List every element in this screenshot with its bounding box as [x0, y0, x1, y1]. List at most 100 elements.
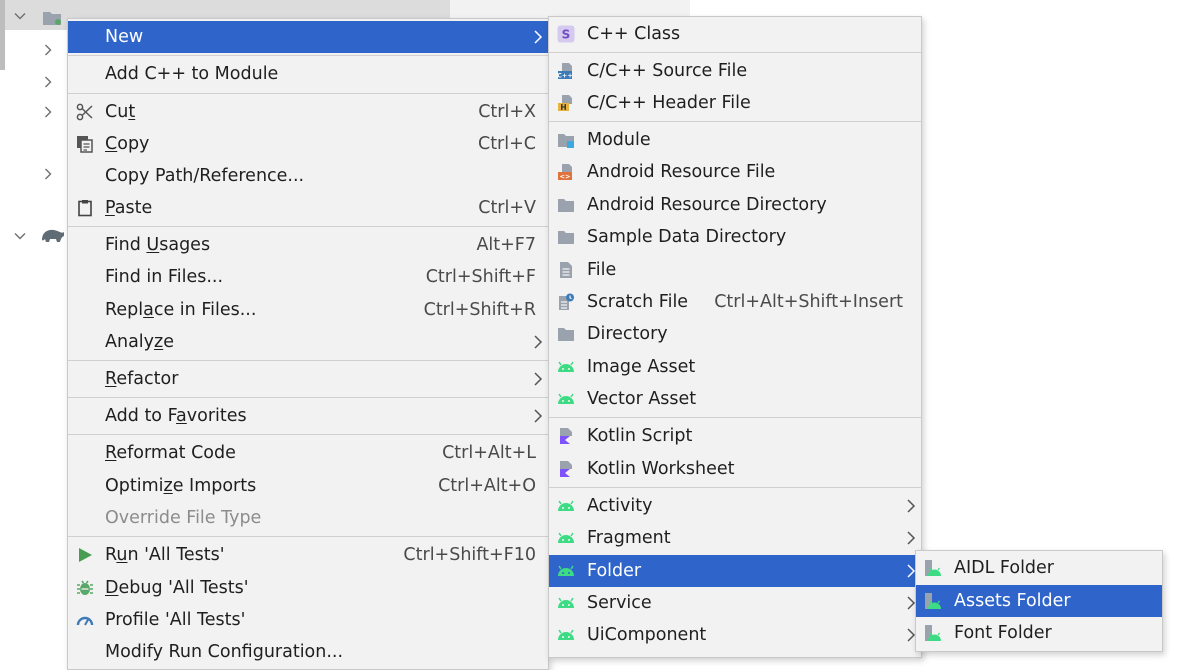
- menu-item-label: Debug 'All Tests': [105, 578, 249, 598]
- menu-item-label: Modify Run Configuration...: [105, 642, 344, 662]
- menu-item-refactor[interactable]: Refactor: [68, 363, 548, 395]
- copy-icon: [76, 135, 94, 153]
- module-icon: [557, 131, 575, 149]
- shortcut-label: Ctrl+Alt+O: [438, 476, 536, 496]
- menu-item-uicomponent[interactable]: UiComponent: [549, 619, 921, 651]
- chevron-right-icon[interactable]: [42, 106, 56, 120]
- menu-item-label: Assets Folder: [954, 591, 1071, 611]
- chevron-right-icon[interactable]: [42, 44, 56, 58]
- menu-item-label: Service: [587, 593, 652, 613]
- menu-separator: [68, 93, 548, 94]
- menu-item-label: Find in Files...: [105, 267, 224, 287]
- menu-item-label: Run 'All Tests': [105, 545, 225, 565]
- chevron-down-icon[interactable]: [14, 230, 28, 244]
- menu-item-reformat-code[interactable]: Reformat Code Ctrl+Alt+L: [68, 437, 548, 469]
- menu-item-label: Kotlin Worksheet: [587, 459, 735, 479]
- folder-icon: [557, 228, 575, 246]
- menu-item-activity[interactable]: Activity: [549, 490, 921, 522]
- menu-item-service[interactable]: Service: [549, 587, 921, 619]
- menu-item-label: Reformat Code: [105, 443, 236, 463]
- menu-item-label: Profile 'All Tests': [105, 610, 246, 630]
- chevron-down-icon[interactable]: [14, 10, 28, 24]
- menu-item-label: Sample Data Directory: [587, 227, 787, 247]
- menu-item-image-asset[interactable]: Image Asset: [549, 351, 921, 383]
- menu-separator: [68, 434, 548, 435]
- menu-item-scratch-file[interactable]: Scratch File Ctrl+Alt+Shift+Insert: [549, 286, 921, 318]
- menu-item-cpp-source-file[interactable]: C++ C/C++ Source File: [549, 55, 921, 87]
- menu-item-analyze[interactable]: Analyze: [68, 326, 548, 358]
- menu-item-fragment[interactable]: Fragment: [549, 522, 921, 554]
- menu-item-add-cpp-to-module[interactable]: Add C++ to Module: [68, 58, 548, 90]
- android-icon: [557, 390, 575, 408]
- folder-icon: [557, 196, 575, 214]
- menu-item-folder[interactable]: Folder: [549, 555, 921, 587]
- menu-item-replace-in-files[interactable]: Replace in Files... Ctrl+Shift+R: [68, 294, 548, 326]
- kotlin-worksheet-icon: [557, 460, 575, 478]
- menu-separator: [549, 121, 921, 122]
- menu-item-run-all-tests[interactable]: Run 'All Tests' Ctrl+Shift+F10: [68, 539, 548, 571]
- new-submenu: S C++ Class C++ C/C++ Source File H C/C+…: [548, 16, 922, 658]
- menu-item-label: Vector Asset: [587, 389, 697, 409]
- android-folder-icon: [924, 592, 942, 610]
- menu-item-label: Cut: [105, 102, 136, 122]
- menu-item-label: New: [105, 27, 144, 47]
- menu-item-label: C/C++ Header File: [587, 93, 751, 113]
- menu-item-label: Copy: [105, 134, 150, 154]
- menu-item-label: Directory: [587, 324, 668, 344]
- menu-item-directory[interactable]: Directory: [549, 318, 921, 350]
- menu-item-override-file-type: Override File Type: [68, 502, 548, 534]
- menu-item-label: Add to Favorites: [105, 406, 247, 426]
- cpp-header-file-icon: H: [557, 94, 575, 112]
- menu-item-copy-path[interactable]: Copy Path/Reference...: [68, 160, 548, 192]
- menu-item-cpp-header-file[interactable]: H C/C++ Header File: [549, 87, 921, 119]
- menu-item-kotlin-worksheet[interactable]: Kotlin Worksheet: [549, 453, 921, 485]
- menu-separator: [68, 360, 548, 361]
- menu-item-aidl-folder[interactable]: AIDL Folder: [916, 552, 1162, 584]
- menu-item-new[interactable]: New: [68, 21, 548, 53]
- menu-item-assets-folder[interactable]: Assets Folder: [916, 585, 1162, 617]
- menu-item-file[interactable]: File: [549, 254, 921, 286]
- menu-item-label: Copy Path/Reference...: [105, 166, 305, 186]
- chevron-right-icon[interactable]: [42, 168, 56, 182]
- menu-item-android-resource-file[interactable]: <> Android Resource File: [549, 156, 921, 188]
- android-folder-icon: [924, 559, 942, 577]
- menu-item-module[interactable]: Module: [549, 124, 921, 156]
- menu-item-find-usages[interactable]: Find Usages Alt+F7: [68, 229, 548, 261]
- menu-item-label: Optimize Imports: [105, 476, 257, 496]
- menu-separator: [549, 417, 921, 418]
- menu-item-label: File: [587, 260, 617, 280]
- menu-item-vector-asset[interactable]: Vector Asset: [549, 383, 921, 415]
- menu-separator: [68, 226, 548, 227]
- menu-item-label: Font Folder: [954, 623, 1052, 643]
- resource-file-icon: <>: [557, 163, 575, 181]
- cpp-source-file-icon: C++: [557, 62, 575, 80]
- shortcut-label: Ctrl+Shift+F10: [403, 545, 536, 565]
- file-icon: [557, 261, 575, 279]
- menu-item-optimize-imports[interactable]: Optimize Imports Ctrl+Alt+O: [68, 470, 548, 502]
- menu-item-label: Analyze: [105, 332, 174, 352]
- menu-item-find-in-files[interactable]: Find in Files... Ctrl+Shift+F: [68, 261, 548, 293]
- menu-item-android-resource-directory[interactable]: Android Resource Directory: [549, 189, 921, 221]
- menu-item-paste[interactable]: Paste Ctrl+V: [68, 192, 548, 224]
- menu-item-label: Activity: [587, 496, 653, 516]
- android-icon: [557, 497, 575, 515]
- menu-item-label: Scratch File: [587, 292, 689, 312]
- menu-item-font-folder[interactable]: Font Folder: [916, 617, 1162, 649]
- chevron-right-icon[interactable]: [42, 76, 56, 90]
- menu-item-cpp-class[interactable]: S C++ Class: [549, 18, 921, 50]
- shortcut-label: Ctrl+Shift+F: [425, 267, 536, 287]
- menu-item-profile-all-tests[interactable]: Profile 'All Tests': [68, 604, 548, 636]
- submenu-arrow-icon: [534, 372, 543, 386]
- menu-item-copy[interactable]: Copy Ctrl+C: [68, 128, 548, 160]
- android-icon: [557, 358, 575, 376]
- menu-item-kotlin-script[interactable]: Kotlin Script: [549, 420, 921, 452]
- shortcut-label: Ctrl+V: [478, 198, 536, 218]
- menu-item-label: UiComponent: [587, 625, 707, 645]
- menu-item-debug-all-tests[interactable]: Debug 'All Tests': [68, 572, 548, 604]
- menu-item-modify-run-configuration[interactable]: Modify Run Configuration...: [68, 636, 548, 668]
- menu-item-sample-data-directory[interactable]: Sample Data Directory: [549, 221, 921, 253]
- menu-item-cut[interactable]: Cut Ctrl+X: [68, 96, 548, 128]
- menu-item-add-to-favorites[interactable]: Add to Favorites: [68, 400, 548, 432]
- android-icon: [557, 562, 575, 580]
- menu-separator: [549, 52, 921, 53]
